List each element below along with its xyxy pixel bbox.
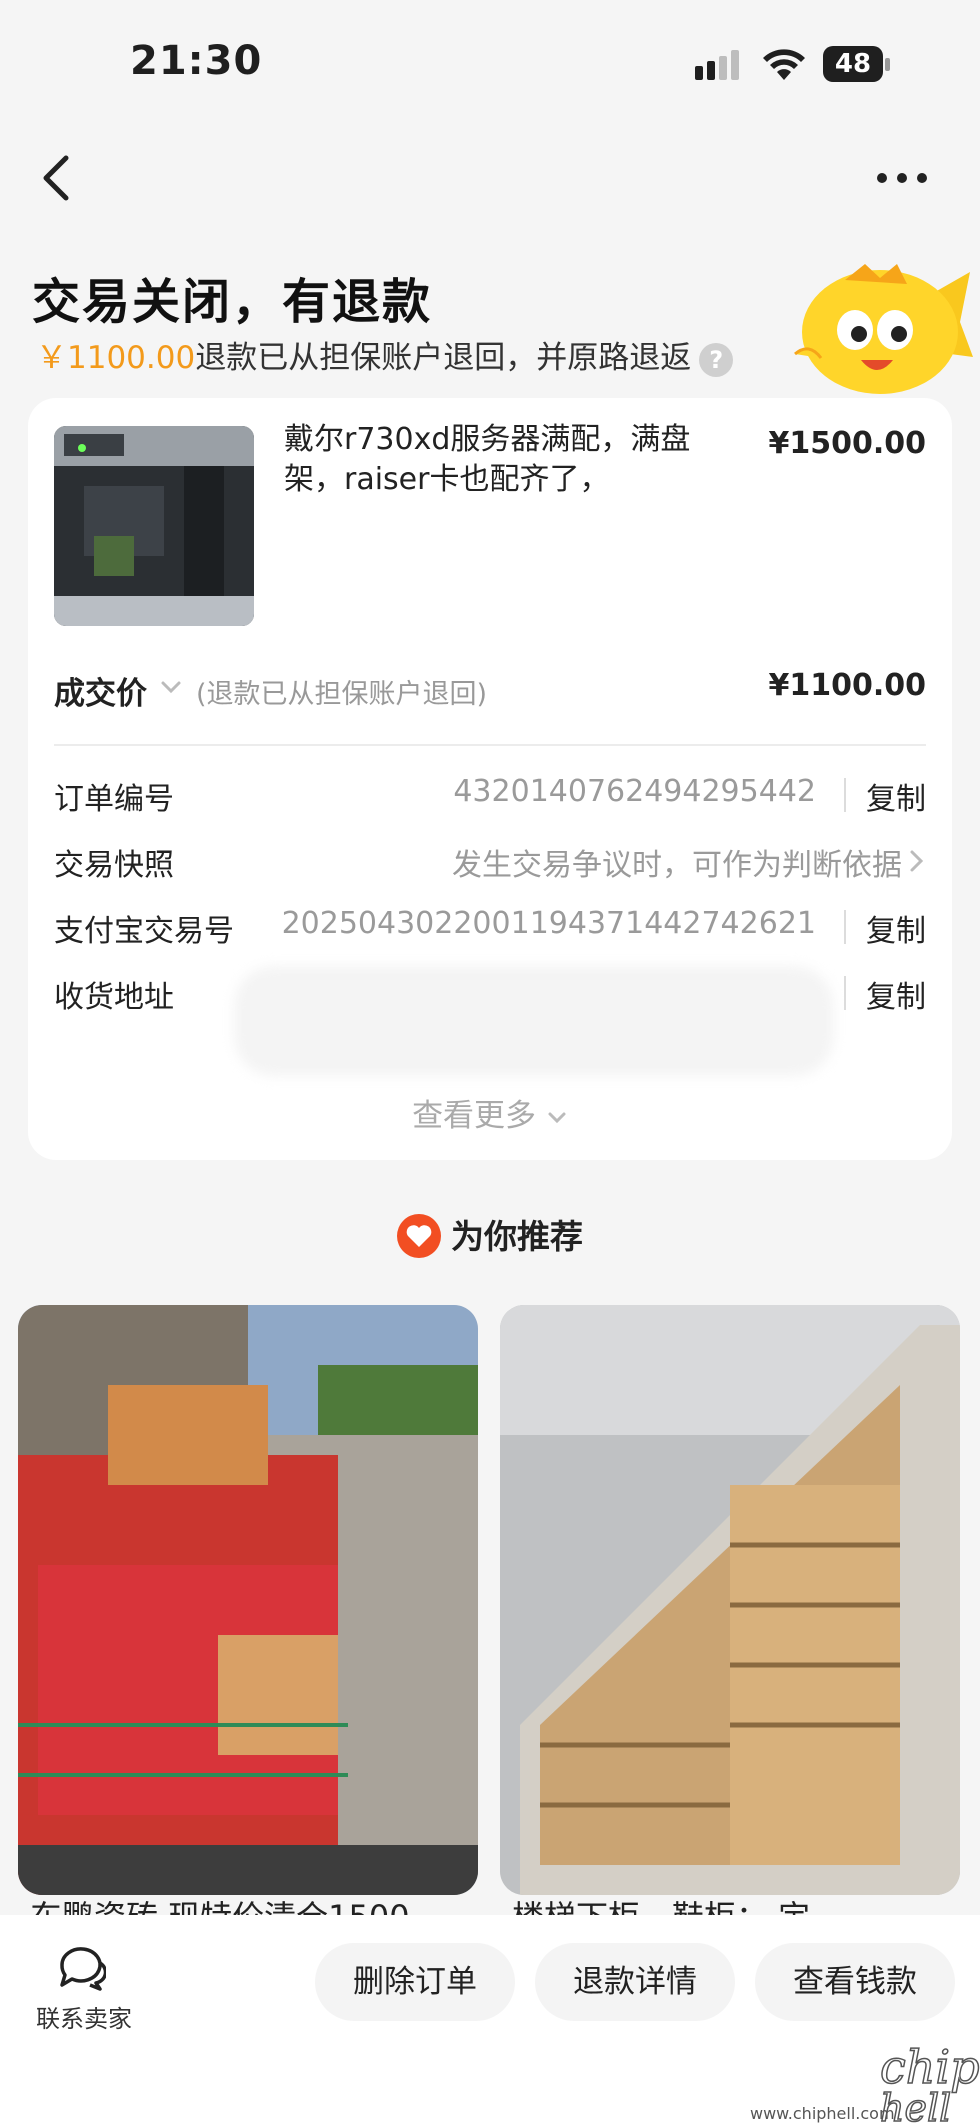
help-icon[interactable]: ?: [699, 342, 734, 377]
deal-price-label[interactable]: 成交价: [54, 668, 147, 713]
alipay-trade-label: 支付宝交易号: [54, 914, 234, 949]
server-image: [54, 426, 254, 626]
view-more-label: 查看更多: [412, 1098, 537, 1134]
copy-order-number-button[interactable]: 复制: [866, 774, 926, 818]
order-number-row: 订单编号 4320140762494295442 复制: [54, 768, 926, 818]
refund-amount: ￥1100.00: [36, 340, 196, 376]
recommend-header: 为你推荐: [0, 1210, 980, 1261]
chevron-down-icon[interactable]: [158, 674, 184, 700]
chevron-down-icon: [548, 1112, 566, 1123]
svg-text:www.chiphell.com: www.chiphell.com: [750, 2104, 895, 2123]
product-price: ¥1500.00: [768, 426, 926, 461]
battery-level: 48: [823, 46, 883, 82]
recommend-title: 为你推荐: [451, 1217, 583, 1256]
order-number-label: 订单编号: [54, 782, 174, 817]
snapshot-row[interactable]: 交易快照 发生交易争议时，可作为判断依据: [54, 834, 926, 884]
divider: [844, 976, 846, 1010]
copy-address-button[interactable]: 复制: [866, 972, 926, 1016]
recommend-item-cabinet[interactable]: [500, 1305, 960, 1895]
chat-bubble-icon[interactable]: [56, 1945, 106, 1991]
mascot-fish-icon: [794, 264, 973, 394]
status-time: 21:30: [130, 38, 263, 84]
product-title[interactable]: 戴尔r730xd服务器满配，满盘架，raiser卡也配齐了，: [284, 420, 744, 500]
status-bar: 21:30 48: [0, 0, 980, 130]
view-more-button[interactable]: 查看更多: [28, 1090, 952, 1135]
divider: [844, 778, 846, 812]
heart-icon: [397, 1213, 441, 1258]
cabinet-image: [500, 1305, 960, 1895]
battery-tip: [885, 58, 890, 71]
forum-watermark-logo: chip hell www.chiphell.com: [750, 2039, 980, 2123]
delete-order-button[interactable]: 删除订单: [315, 1943, 515, 2021]
view-money-button[interactable]: 查看钱款: [755, 1943, 955, 2021]
divider: [844, 910, 846, 944]
tiles-image: [18, 1305, 478, 1895]
refund-text: 退款已从担保账户退回，并原路退返: [195, 340, 692, 376]
chevron-right-icon: [910, 850, 924, 872]
order-card: 戴尔r730xd服务器满配，满盘架，raiser卡也配齐了， ¥1500.00 …: [28, 398, 952, 1160]
order-status-title: 交易关闭，有退款: [32, 274, 433, 330]
wifi-icon: [763, 49, 805, 80]
deal-price-note: (退款已从担保账户退回): [196, 679, 488, 710]
copy-alipay-trade-button[interactable]: 复制: [866, 906, 926, 950]
snapshot-value: 发生交易争议时，可作为判断依据: [452, 848, 902, 883]
contact-seller-label[interactable]: 联系卖家: [36, 1999, 132, 2034]
address-row: 收货地址 复制: [54, 966, 926, 1076]
snapshot-label: 交易快照: [54, 848, 174, 883]
signal-icon: [695, 50, 739, 80]
battery-icon: 48: [823, 46, 891, 84]
refund-details-button[interactable]: 退款详情: [535, 1943, 735, 2021]
recommend-item-tiles[interactable]: [18, 1305, 478, 1895]
address-blurred: [234, 966, 834, 1076]
order-number-value: 4320140762494295442: [453, 774, 816, 809]
address-label: 收货地址: [54, 980, 174, 1015]
more-dots-icon[interactable]: [872, 158, 932, 198]
product-image[interactable]: [54, 426, 254, 626]
alipay-trade-row: 支付宝交易号 2025043022001194371442742621 复制: [54, 900, 926, 950]
deal-price-value: ¥1100.00: [768, 668, 926, 703]
chevron-left-icon[interactable]: [30, 150, 86, 206]
divider: [54, 744, 926, 746]
alipay-trade-value: 2025043022001194371442742621: [281, 906, 816, 941]
refund-info: ￥1100.00退款已从担保账户退回，并原路退返?: [36, 332, 734, 377]
